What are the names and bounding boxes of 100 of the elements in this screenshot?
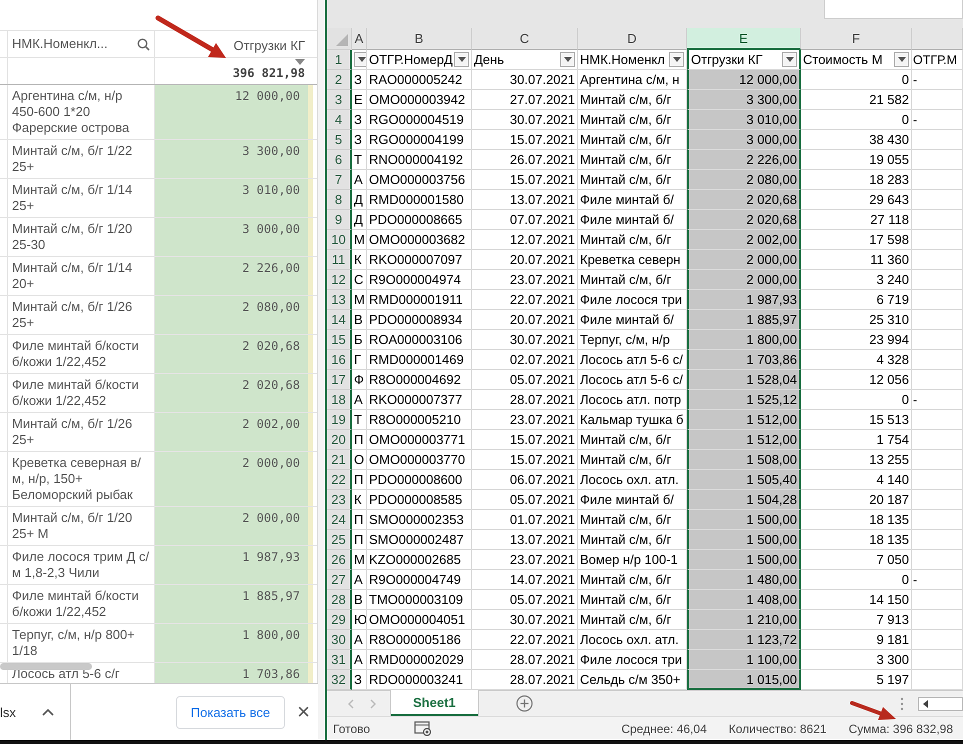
date-cell: 15.07.2021 (472, 170, 578, 190)
filter-button[interactable] (782, 52, 797, 67)
row-number[interactable]: 3 (327, 90, 352, 110)
quantity-cell: 2 020,68 (155, 374, 313, 412)
cell: А (352, 390, 367, 410)
horizontal-scrollbar[interactable] (918, 696, 963, 710)
column-letter[interactable]: B (367, 28, 472, 50)
column-header: Стоимость М (803, 52, 883, 67)
caret-down-icon[interactable] (898, 57, 906, 62)
column-header[interactable]: Отгрузки КГ (155, 31, 313, 57)
cell (912, 410, 963, 430)
sheet-tab[interactable]: Sheet1 (391, 690, 478, 716)
column-letter[interactable]: F (801, 28, 912, 50)
row-number[interactable]: 27 (327, 570, 352, 590)
file-name[interactable]: lsx (0, 704, 16, 720)
row-number[interactable]: 5 (327, 130, 352, 150)
row-number[interactable]: 8 (327, 190, 352, 210)
column-letter[interactable]: C (472, 28, 578, 50)
macro-record-icon[interactable] (414, 721, 432, 736)
cell (912, 210, 963, 230)
add-sheet-icon[interactable] (516, 695, 533, 712)
row-number[interactable]: 31 (327, 650, 352, 670)
cell: Ф (352, 370, 367, 390)
quantity-cell: 2 020,68 (155, 335, 313, 373)
caret-up-icon[interactable] (42, 708, 54, 716)
date-cell: 05.07.2021 (472, 590, 578, 610)
filter-button[interactable] (454, 52, 469, 67)
cell: Д (352, 190, 367, 210)
cell: М (352, 230, 367, 250)
caret-down-icon[interactable] (786, 57, 794, 62)
cell: 27 118 (801, 210, 912, 230)
column-header: Отгрузки КГ (691, 52, 763, 67)
row-number[interactable]: 28 (327, 590, 352, 610)
caret-down-icon[interactable] (564, 57, 572, 62)
row-number[interactable]: 17 (327, 370, 352, 390)
cell: Е (352, 90, 367, 110)
caret-down-icon[interactable] (672, 57, 680, 62)
cell: З (352, 110, 367, 130)
row-number[interactable]: 26 (327, 550, 352, 570)
row-number[interactable]: 30 (327, 630, 352, 650)
filter-button[interactable] (560, 52, 575, 67)
row-number[interactable]: 23 (327, 490, 352, 510)
row-number[interactable]: 12 (327, 270, 352, 290)
cell (912, 350, 963, 370)
cell: 0 (801, 70, 912, 90)
filter-button[interactable] (354, 52, 366, 67)
cell: RAO000005242 (367, 70, 472, 90)
row-number[interactable]: 10 (327, 230, 352, 250)
date-cell: 23.07.2021 (472, 550, 578, 570)
cell: R8O000004692 (367, 370, 472, 390)
cell: П (352, 530, 367, 550)
cell: OMO000003770 (367, 450, 472, 470)
date-cell: 30.07.2021 (472, 110, 578, 130)
column-letter[interactable]: A (352, 28, 367, 50)
cell: В (352, 590, 367, 610)
row-number[interactable]: 22 (327, 470, 352, 490)
cell (912, 170, 963, 190)
date-cell: 15.07.2021 (472, 130, 578, 150)
cell (912, 530, 963, 550)
row-number[interactable]: 25 (327, 530, 352, 550)
row-number[interactable]: 24 (327, 510, 352, 530)
close-button[interactable]: × (293, 699, 314, 725)
row-number[interactable]: 6 (327, 150, 352, 170)
row-number[interactable]: 29 (327, 610, 352, 630)
cell: К (352, 490, 367, 510)
row-number[interactable]: 16 (327, 350, 352, 370)
scrollbar-thumb[interactable] (0, 663, 92, 670)
show-all-button[interactable]: Показать все (176, 696, 286, 728)
row-number[interactable]: 7 (327, 170, 352, 190)
date-cell: 15.07.2021 (472, 430, 578, 450)
row-number[interactable]: 4 (327, 110, 352, 130)
row-number[interactable]: 9 (327, 210, 352, 230)
row-number[interactable]: 18 (327, 390, 352, 410)
date-cell: 30.07.2021 (472, 70, 578, 90)
search-icon[interactable] (137, 38, 150, 50)
scroll-left-icon[interactable] (923, 700, 929, 708)
caret-down-icon[interactable] (358, 57, 366, 62)
row-number[interactable]: 21 (327, 450, 352, 470)
row-number[interactable]: 13 (327, 290, 352, 310)
row-number[interactable]: 2 (327, 70, 352, 90)
date-cell: 26.07.2021 (472, 150, 578, 170)
row-number[interactable]: 1 (327, 50, 352, 70)
row-number[interactable]: 20 (327, 430, 352, 450)
cell: 11 360 (801, 250, 912, 270)
row-number[interactable]: 19 (327, 410, 352, 430)
row-number[interactable]: 15 (327, 330, 352, 350)
row-number[interactable]: 32 (327, 670, 352, 690)
column-letter[interactable]: E (687, 28, 801, 50)
cell: RGO000004199 (367, 130, 472, 150)
row-number[interactable]: 14 (327, 310, 352, 330)
row-number[interactable]: 11 (327, 250, 352, 270)
cell: 1 987,93 (687, 290, 801, 310)
filter-button[interactable] (894, 52, 909, 67)
cell (912, 370, 963, 390)
quantity-cell: 2 000,00 (155, 452, 313, 506)
filter-button[interactable] (669, 52, 684, 67)
more-dots-icon[interactable] (900, 696, 904, 710)
column-header[interactable]: НМК.Номенкл... (8, 31, 155, 57)
cell: 29 643 (801, 190, 912, 210)
caret-down-icon[interactable] (458, 57, 466, 62)
